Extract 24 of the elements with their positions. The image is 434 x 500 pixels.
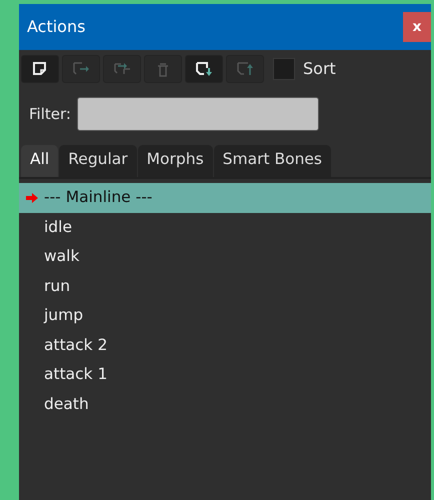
page-down-arrow-icon — [195, 60, 213, 78]
page-icon — [31, 60, 49, 78]
tab[interactable]: All — [21, 145, 58, 178]
action-item[interactable]: attack 1 — [19, 360, 431, 390]
filter-label: Filter: — [29, 104, 71, 125]
toolbar-button[interactable] — [21, 55, 59, 83]
tab[interactable]: Smart Bones — [214, 145, 332, 178]
window-title: Actions — [27, 16, 86, 38]
toolbar-button[interactable] — [185, 55, 223, 83]
action-item[interactable]: --- Mainline --- — [19, 183, 431, 213]
sort-checkbox[interactable] — [273, 58, 295, 80]
sort-label: Sort — [303, 58, 336, 80]
action-item[interactable]: run — [19, 272, 431, 302]
close-button[interactable]: x — [403, 12, 431, 42]
action-item[interactable]: death — [19, 390, 431, 420]
action-label: --- Mainline --- — [44, 187, 152, 208]
action-item[interactable]: walk — [19, 242, 431, 272]
filter-field[interactable] — [76, 97, 319, 131]
tab[interactable]: Regular — [59, 145, 137, 178]
action-item[interactable]: jump — [19, 301, 431, 331]
action-item[interactable]: attack 2 — [19, 330, 431, 360]
page-up-arrow-icon — [236, 60, 254, 78]
action-item[interactable]: idle — [19, 212, 431, 242]
tab[interactable]: Morphs — [138, 145, 213, 178]
